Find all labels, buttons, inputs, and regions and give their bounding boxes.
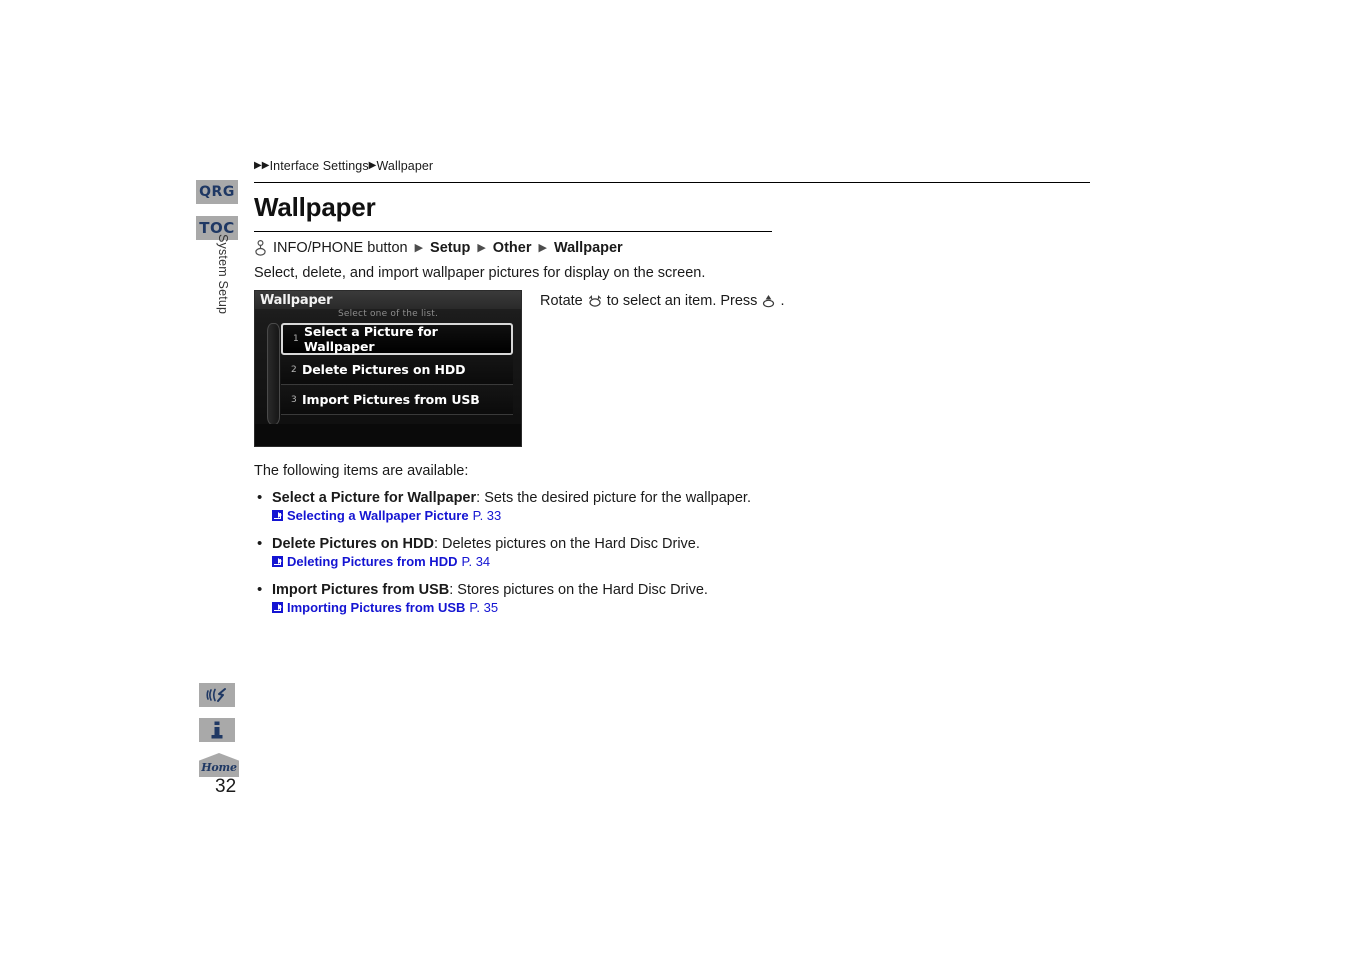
- bullet-reference-3[interactable]: Importing Pictures from USB P. 35: [272, 600, 1254, 615]
- screen-note-part3: .: [780, 293, 785, 309]
- press-knob-icon: [761, 294, 776, 308]
- screen-note: Rotate to select an item. Press .: [540, 293, 784, 309]
- breadcrumb-arrow-1: ▶: [254, 160, 262, 172]
- nav-screen-list-item-1[interactable]: 1 Select a Picture for Wallpaper: [281, 323, 513, 355]
- page-number: 32: [215, 776, 237, 797]
- sidebar-item-qrg[interactable]: QRG: [196, 180, 238, 204]
- nav-screen-item-label-1: Select a Picture for Wallpaper: [304, 324, 438, 354]
- available-items-list: Select a Picture for Wallpaper: Sets the…: [254, 489, 1254, 615]
- list-item: Delete Pictures on HDD: Deletes pictures…: [254, 535, 1254, 569]
- list-item: Select a Picture for Wallpaper: Sets the…: [254, 489, 1254, 523]
- nav-screen-list-item-2[interactable]: 2 Delete Pictures on HDD: [281, 355, 513, 385]
- intro-text: Select, delete, and import wallpaper pic…: [254, 265, 706, 281]
- nav-screen-item-number-2: 2: [291, 364, 297, 375]
- home-icon-label: Home: [201, 761, 237, 774]
- bullet-term-3: Import Pictures from USB: [272, 582, 450, 598]
- menu-path-sep-3: ▶: [538, 241, 547, 254]
- bullet-ref-page-1: P. 33: [472, 508, 502, 523]
- tab-qrg-label: QRG: [199, 184, 235, 200]
- menu-path-sep-2: ▶: [477, 241, 486, 254]
- bullet-ref-label-2: Deleting Pictures from HDD: [287, 554, 458, 569]
- cross-reference-icon: [272, 602, 283, 613]
- menu-path: INFO/PHONE button ▶ Setup ▶ Other ▶ Wall…: [254, 240, 1254, 256]
- bullet-term-1: Select a Picture for Wallpaper: [272, 490, 477, 506]
- menu-path-step-other[interactable]: Other: [493, 240, 532, 256]
- breadcrumb-arrow-3: ▶: [368, 160, 377, 172]
- info-glyph: [211, 721, 223, 739]
- breadcrumb-arrow-2: ▶: [261, 160, 270, 172]
- bullet-ref-page-2: P. 34: [461, 554, 491, 569]
- menu-path-sep-1: ▶: [414, 241, 424, 254]
- bullet-desc-3: : Stores pictures on the Hard Disc Drive…: [449, 582, 708, 598]
- nav-screen-screenshot: Wallpaper Select one of the list. 1 Sele…: [254, 290, 522, 447]
- bullet-main-1: Select a Picture for Wallpaper: Sets the…: [272, 490, 1254, 506]
- page-title: Wallpaper: [254, 191, 376, 222]
- nav-screen-item-label-2: Delete Pictures on HDD: [302, 362, 466, 377]
- bullet-reference-1[interactable]: Selecting a Wallpaper Picture P. 33: [272, 508, 1254, 523]
- home-icon[interactable]: Home: [199, 753, 239, 777]
- header-divider: [254, 181, 1090, 183]
- bullet-reference-2[interactable]: Deleting Pictures from HDD P. 34: [272, 554, 1254, 569]
- nav-screen-scrollbar[interactable]: [267, 323, 280, 425]
- cross-reference-icon: [272, 510, 283, 521]
- nav-screen-list-item-3[interactable]: 3 Import Pictures from USB: [281, 385, 513, 415]
- page-content: ▶ ▶ Interface Settings ▶ Wallpaper Wallp…: [254, 160, 1254, 628]
- nav-screen-subtitle: Select one of the list.: [337, 309, 439, 319]
- screen-note-part1: Rotate: [540, 293, 583, 309]
- bullet-ref-label-3: Importing Pictures from USB: [287, 600, 466, 615]
- bullet-ref-page-3: P. 35: [469, 600, 499, 615]
- breadcrumb: ▶ ▶ Interface Settings ▶ Wallpaper: [254, 160, 1254, 173]
- nav-screen-list: 1 Select a Picture for Wallpaper 2 Delet…: [281, 323, 513, 415]
- menu-path-step-wallpaper[interactable]: Wallpaper: [554, 240, 623, 256]
- bullet-term-2: Delete Pictures on HDD: [272, 536, 434, 552]
- menu-path-button: INFO/PHONE button: [273, 240, 408, 256]
- rotary-knob-icon: [254, 240, 267, 256]
- list-item: Import Pictures from USB: Stores picture…: [254, 581, 1254, 615]
- title-divider: [254, 230, 772, 232]
- bullet-ref-label-1: Selecting a Wallpaper Picture: [287, 508, 469, 523]
- info-icon[interactable]: [199, 718, 235, 742]
- screenshot-row: Wallpaper Select one of the list. 1 Sele…: [254, 290, 1254, 447]
- bullet-main-3: Import Pictures from USB: Stores picture…: [272, 582, 1254, 598]
- cross-reference-icon: [272, 556, 283, 567]
- sidebar-icon-rail: Home: [199, 683, 249, 777]
- voice-command-glyph: [206, 688, 226, 702]
- nav-screen-item-label-3: Import Pictures from USB: [302, 392, 480, 407]
- rotate-knob-icon: [587, 294, 603, 308]
- bullet-main-2: Delete Pictures on HDD: Deletes pictures…: [272, 536, 1254, 552]
- nav-screen-title: Wallpaper: [260, 293, 333, 308]
- available-items-intro: The following items are available:: [254, 463, 469, 479]
- bullet-desc-2: : Deletes pictures on the Hard Disc Driv…: [433, 536, 700, 552]
- nav-screen-item-number-3: 3: [291, 394, 297, 405]
- screen-note-part2: to select an item. Press: [606, 293, 758, 309]
- nav-screen-item-number-1: 1: [293, 334, 299, 344]
- voice-command-icon[interactable]: [199, 683, 235, 707]
- bullet-desc-1: : Sets the desired picture for the wallp…: [476, 490, 751, 506]
- breadcrumb-level-1[interactable]: Interface Settings: [270, 160, 369, 173]
- nav-screen-footer: [255, 424, 521, 446]
- menu-path-step-setup[interactable]: Setup: [430, 240, 470, 256]
- sidebar-section-label: System Setup: [216, 234, 230, 315]
- breadcrumb-level-2[interactable]: Wallpaper: [376, 160, 433, 173]
